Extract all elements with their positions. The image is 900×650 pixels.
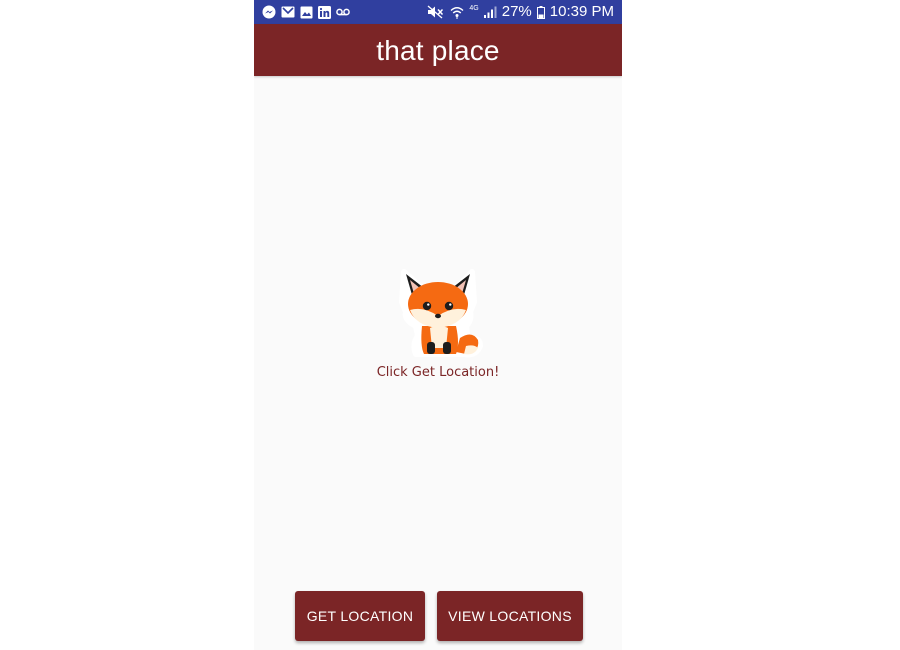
- app-bar: that place: [254, 24, 622, 76]
- battery-percent: 27%: [501, 3, 532, 20]
- signal-icon: [483, 6, 497, 18]
- hint-text: Click Get Location!: [376, 365, 500, 380]
- fox-mascot-icon: [394, 266, 484, 360]
- gmail-icon: [281, 6, 295, 18]
- status-bar: 4G 27% 10:39 PM: [254, 0, 622, 24]
- gallery-icon: [300, 6, 313, 19]
- voicemail-icon: [336, 8, 350, 16]
- app-title: that place: [376, 35, 500, 66]
- status-bar-notifications: [262, 5, 350, 19]
- linkedin-icon: [318, 5, 331, 19]
- mute-icon: [427, 5, 445, 19]
- wifi-icon: [450, 6, 464, 19]
- status-bar-system: 4G 27% 10:39 PM: [427, 0, 614, 24]
- messenger-icon: [262, 5, 276, 19]
- network-type: 4G: [469, 5, 479, 12]
- get-location-button[interactable]: GET LOCATION: [295, 591, 425, 641]
- clock: 10:39 PM: [549, 3, 614, 20]
- battery-icon: [536, 5, 545, 19]
- view-locations-button[interactable]: VIEW LOCATIONS: [437, 591, 583, 641]
- phone-screen: 4G 27% 10:39 PM that place Click Get Loc…: [254, 0, 622, 650]
